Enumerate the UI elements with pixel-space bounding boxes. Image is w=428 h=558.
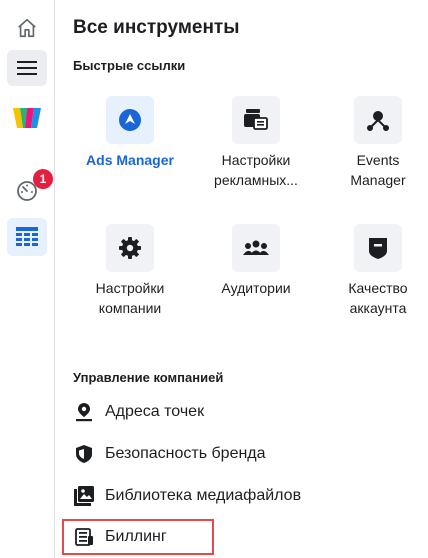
ad-settings-icon (244, 109, 268, 130)
app-logo[interactable] (7, 100, 47, 136)
quick-links-heading: Быстрые ссылки (73, 58, 186, 73)
company-heading: Управление компанией (73, 370, 224, 385)
tile-company-settings[interactable]: Настройки компании (80, 224, 180, 318)
tile-label: Настройки рекламных... (214, 152, 298, 188)
all-tools-button[interactable] (7, 218, 47, 256)
logo (13, 108, 41, 128)
list-item-brand-safety[interactable]: Безопасность бренда (73, 442, 266, 466)
home-icon (18, 18, 36, 38)
list-item-locations[interactable]: Адреса точек (73, 400, 204, 424)
main-panel: Все инструменты Быстрые ссылки Ads Manag… (55, 0, 428, 558)
audiences-icon (243, 240, 269, 255)
list-item-label: Безопасность бренда (105, 445, 266, 462)
list-item-label: Адреса точек (105, 403, 205, 420)
tile-audiences[interactable]: Аудитории (206, 224, 306, 298)
tile-label: Аудитории (221, 280, 291, 296)
location-icon (76, 403, 92, 422)
events-manager-icon (367, 111, 389, 131)
home-button[interactable] (7, 10, 47, 46)
sidebar: 1 (0, 0, 55, 558)
list-item-media-library[interactable]: Библиотека медиафайлов (73, 484, 301, 508)
menu-button[interactable] (7, 50, 47, 86)
media-library-icon (74, 486, 94, 506)
tile-label: Настройки компании (95, 280, 165, 316)
table-icon (16, 227, 38, 246)
tile-ads-manager[interactable]: Ads Manager (80, 96, 180, 170)
notification-badge: 1 (33, 169, 53, 189)
shield-icon (369, 238, 387, 259)
highlight-frame (62, 519, 214, 555)
tile-ad-settings[interactable]: Настройки рекламных... (206, 96, 306, 190)
tile-label: Ads Manager (86, 152, 174, 168)
ads-manager-icon (119, 109, 141, 131)
tile-label: Качество аккаунта (348, 280, 408, 316)
tile-events-manager[interactable]: Events Manager (328, 96, 428, 190)
shield-check-icon (76, 445, 92, 463)
tile-label: Events Manager (350, 152, 406, 188)
tile-account-quality[interactable]: Качество аккаунта (328, 224, 428, 318)
page-title: Все инструменты (73, 17, 240, 38)
menu-icon (17, 61, 37, 75)
gear-icon (119, 237, 141, 259)
list-item-label: Библиотека медиафайлов (105, 487, 302, 504)
